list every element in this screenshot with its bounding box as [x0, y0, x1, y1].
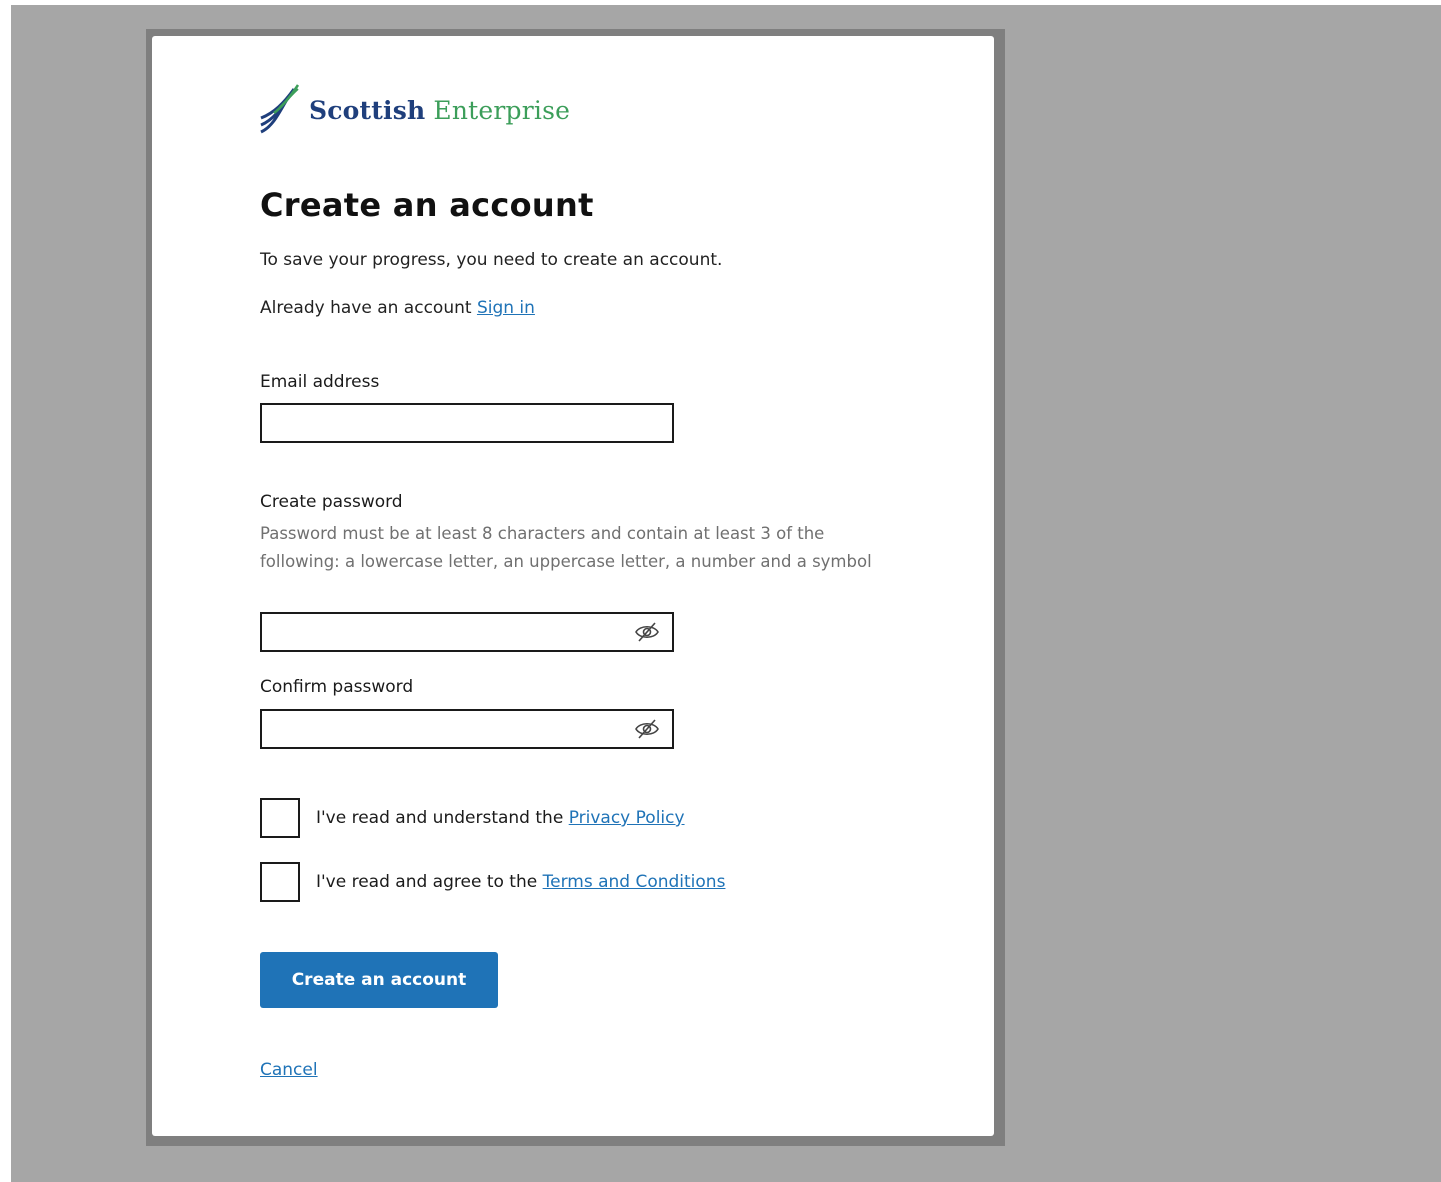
confirm-password-field[interactable]: [262, 711, 642, 747]
eye-slash-icon[interactable]: [634, 621, 660, 643]
signup-card: Scottish Enterprise Create an account To …: [152, 36, 994, 1136]
password-field-box: [260, 612, 674, 652]
cancel-link[interactable]: Cancel: [260, 1060, 318, 1080]
privacy-consent-row: I've read and understand the Privacy Pol…: [260, 798, 685, 838]
terms-consent-text: I've read and agree to the Terms and Con…: [316, 872, 725, 892]
brand-name-part2: Enterprise: [433, 95, 571, 125]
privacy-consent-text: I've read and understand the Privacy Pol…: [316, 808, 685, 828]
privacy-checkbox[interactable]: [260, 798, 300, 838]
privacy-text: I've read and understand the: [316, 808, 564, 828]
brand-name-part1: Scottish: [309, 95, 426, 125]
brand-name: Scottish Enterprise: [309, 96, 570, 125]
already-text: Already have an account: [260, 298, 472, 318]
confirm-password-field-box: [260, 709, 674, 749]
confirm-password-label: Confirm password: [260, 677, 414, 697]
intro-text: To save your progress, you need to creat…: [260, 250, 723, 270]
create-account-button[interactable]: Create an account: [260, 952, 498, 1008]
terms-checkbox[interactable]: [260, 862, 300, 902]
terms-consent-row: I've read and agree to the Terms and Con…: [260, 862, 725, 902]
page-title: Create an account: [260, 186, 594, 224]
email-field-box: [260, 403, 674, 443]
logo-wave-icon: [260, 84, 300, 134]
email-field[interactable]: [262, 405, 642, 441]
terms-text: I've read and agree to the: [316, 872, 538, 892]
password-hint: Password must be at least 8 characters a…: [260, 524, 872, 571]
terms-link[interactable]: Terms and Conditions: [543, 872, 726, 892]
email-label: Email address: [260, 372, 380, 392]
already-have-account: Already have an account Sign in: [260, 298, 535, 318]
password-label: Create password: [260, 492, 403, 512]
eye-slash-icon[interactable]: [634, 718, 660, 740]
privacy-policy-link[interactable]: Privacy Policy: [569, 808, 685, 828]
sign-in-link[interactable]: Sign in: [477, 298, 535, 318]
brand-logo: Scottish Enterprise: [260, 82, 570, 138]
password-field[interactable]: [262, 614, 642, 650]
